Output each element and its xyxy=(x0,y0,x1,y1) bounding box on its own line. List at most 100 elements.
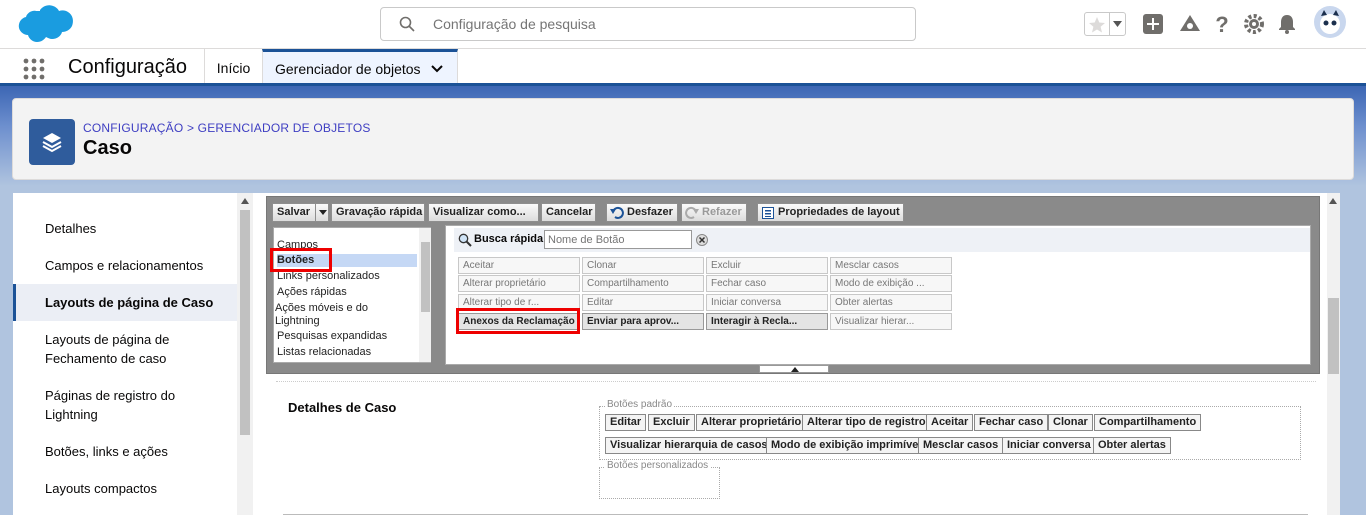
chevron-down-icon xyxy=(319,210,327,215)
properties-icon xyxy=(762,207,774,219)
chevron-down-icon[interactable] xyxy=(431,65,443,73)
palette-button-edit[interactable]: Editar xyxy=(582,294,704,311)
layout-divider xyxy=(276,381,1316,382)
category-quick-actions[interactable]: Ações rápidas xyxy=(277,286,417,299)
palette-button-accept[interactable]: Aceitar xyxy=(458,257,580,274)
palette-button-merge-cases[interactable]: Mesclar casos xyxy=(830,257,952,274)
save-label: Salvar xyxy=(277,206,311,218)
clear-icon[interactable] xyxy=(696,234,708,246)
favorites-dropdown[interactable] xyxy=(1109,13,1125,35)
highlight-complaint-attachments xyxy=(456,308,580,334)
category-expanded-lookups[interactable]: Pesquisas expandidas xyxy=(277,330,417,343)
page-title: Caso xyxy=(83,137,132,159)
main-scrollbar-thumb[interactable] xyxy=(1328,298,1339,374)
std-button-edit[interactable]: Editar xyxy=(605,414,647,431)
object-icon xyxy=(29,119,75,165)
chevron-up-icon xyxy=(791,367,799,372)
redo-label: Refazer xyxy=(702,206,742,218)
section-title: Detalhes de Caso xyxy=(288,400,397,415)
std-button-close-case[interactable]: Fechar caso xyxy=(974,414,1049,431)
standard-buttons-area[interactable]: Botões padrão Editar Excluir Alterar pro… xyxy=(599,399,1301,460)
custom-buttons-area[interactable]: Botões personalizados xyxy=(599,460,720,499)
object-manager-sidebar: Detalhes Campos e relacionamentos Layout… xyxy=(13,193,237,515)
palette-elements: Busca rápida Aceitar Clonar Excluir Mesc… xyxy=(445,225,1311,365)
layers-icon xyxy=(42,133,62,153)
layout-properties-label: Propriedades de layout xyxy=(778,206,900,218)
standard-buttons-legend: Botões padrão xyxy=(605,399,675,410)
std-button-accept[interactable]: Aceitar xyxy=(926,414,974,431)
std-button-sharing[interactable]: Compartilhamento xyxy=(1094,414,1202,431)
global-actions-icon[interactable] xyxy=(1141,12,1165,36)
sidebar-scrollbar-thumb[interactable] xyxy=(240,210,250,435)
save-dropdown[interactable] xyxy=(315,204,329,221)
gear-icon[interactable] xyxy=(1242,12,1266,36)
std-button-get-alerts[interactable]: Obter alertas xyxy=(1093,437,1171,454)
save-button[interactable]: Salvar xyxy=(272,203,329,222)
std-button-clone[interactable]: Clonar xyxy=(1048,414,1093,431)
category-mobile-lightning-actions[interactable]: Ações móveis e do Lightning xyxy=(275,302,383,328)
notifications-bell-icon[interactable] xyxy=(1275,12,1299,36)
undo-label: Desfazer xyxy=(627,206,673,218)
std-button-start-conversation[interactable]: Iniciar conversa xyxy=(1002,437,1096,454)
magnifier-icon xyxy=(458,233,472,247)
help-icon[interactable]: ? xyxy=(1210,12,1234,36)
sidebar-item-page-layouts[interactable]: Layouts de página de Caso xyxy=(13,284,237,321)
redo-icon xyxy=(685,206,699,219)
app-name: Configuração xyxy=(68,56,187,78)
quick-save-button[interactable]: Gravação rápida xyxy=(331,203,425,222)
star-icon xyxy=(1089,17,1105,33)
scroll-up-arrow-icon[interactable] xyxy=(1329,198,1337,204)
search-input[interactable] xyxy=(433,8,893,40)
quick-find-label: Busca rápida xyxy=(474,233,544,245)
sidebar-item-compact-layouts[interactable]: Layouts compactos xyxy=(13,479,237,498)
palette-button-clone[interactable]: Clonar xyxy=(582,257,704,274)
scroll-up-arrow-icon[interactable] xyxy=(241,198,249,204)
global-search[interactable] xyxy=(380,7,916,41)
svg-text:?: ? xyxy=(1215,12,1228,36)
palette-button-view-hierarchy[interactable]: Visualizar hierar... xyxy=(830,313,952,330)
layout-properties-button[interactable]: Propriedades de layout xyxy=(757,203,904,222)
app-launcher-icon[interactable] xyxy=(23,58,45,80)
quick-find-input[interactable] xyxy=(544,230,692,249)
palette-button-interact-complaint[interactable]: Interagir à Recla... xyxy=(706,313,828,330)
cancel-button[interactable]: Cancelar xyxy=(541,203,596,222)
sidebar-item-fields[interactable]: Campos e relacionamentos xyxy=(13,256,237,275)
tab-home[interactable]: Início xyxy=(204,49,262,83)
layout-palette: Salvar Gravação rápida Visualizar como..… xyxy=(266,196,1320,374)
palette-collapse-handle[interactable] xyxy=(759,365,829,373)
tab-object-manager-label: Gerenciador de objetos xyxy=(275,61,421,77)
sidebar-item-close-page-layouts[interactable]: Layouts de página de Fechamento de caso xyxy=(13,330,237,368)
page-header: CONFIGURAÇÃO > GERENCIADOR DE OBJETOS Ca… xyxy=(12,98,1354,180)
std-button-delete[interactable]: Excluir xyxy=(648,414,695,431)
undo-button[interactable]: Desfazer xyxy=(606,203,678,222)
sidebar-item-lightning-record-pages[interactable]: Páginas de registro do Lightning xyxy=(13,386,237,424)
category-scrollbar-thumb[interactable] xyxy=(421,242,430,312)
std-button-change-record-type[interactable]: Alterar tipo de registro xyxy=(802,414,931,431)
breadcrumb[interactable]: CONFIGURAÇÃO > GERENCIADOR DE OBJETOS xyxy=(83,121,371,135)
salesforce-logo[interactable] xyxy=(16,4,74,44)
std-button-view-hierarchy[interactable]: Visualizar hierarquia de casos xyxy=(605,437,773,454)
category-related-lists[interactable]: Listas relacionadas xyxy=(277,346,417,359)
sidebar-item-details[interactable]: Detalhes xyxy=(13,219,237,238)
palette-button-change-owner[interactable]: Alterar proprietário xyxy=(458,275,580,292)
std-button-printable-view[interactable]: Modo de exibição imprimível xyxy=(766,437,927,454)
palette-button-delete[interactable]: Excluir xyxy=(706,257,828,274)
redo-button[interactable]: Refazer xyxy=(681,203,747,222)
std-button-merge-cases[interactable]: Mesclar casos xyxy=(918,437,1004,454)
trailhead-icon[interactable] xyxy=(1178,12,1202,36)
std-button-change-owner[interactable]: Alterar proprietário xyxy=(696,414,807,431)
palette-button-close-case[interactable]: Fechar caso xyxy=(706,275,828,292)
undo-icon xyxy=(610,206,624,219)
tab-object-manager[interactable]: Gerenciador de objetos xyxy=(262,49,458,83)
palette-button-sharing[interactable]: Compartilhamento xyxy=(582,275,704,292)
preview-as-button[interactable]: Visualizar como... xyxy=(428,203,539,222)
palette-button-get-alerts[interactable]: Obter alertas xyxy=(830,294,952,311)
user-avatar[interactable] xyxy=(1313,5,1347,39)
palette-category-list: Campos Botões Links personalizados Ações… xyxy=(270,227,431,363)
favorites-button[interactable] xyxy=(1084,12,1126,36)
palette-button-start-conversation[interactable]: Iniciar conversa xyxy=(706,294,828,311)
search-icon xyxy=(399,16,415,32)
palette-button-submit-for-approval[interactable]: Enviar para aprov... xyxy=(582,313,704,330)
palette-button-printable-view[interactable]: Modo de exibição ... xyxy=(830,275,952,292)
sidebar-item-buttons-links-actions[interactable]: Botões, links e ações xyxy=(13,442,237,461)
